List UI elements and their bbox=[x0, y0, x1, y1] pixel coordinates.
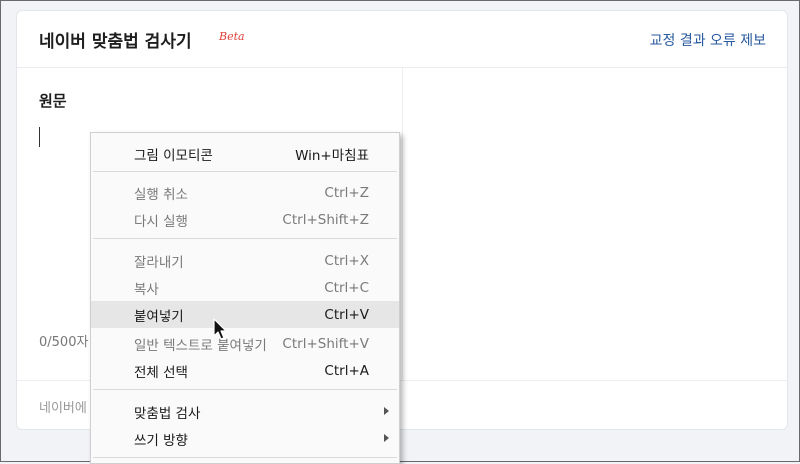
menu-item-shortcut: Ctrl+Shift+Z bbox=[282, 211, 369, 228]
menu-item-paste-plain-text[interactable]: 일반 텍스트로 붙여넣기 Ctrl+Shift+V bbox=[91, 330, 399, 357]
arrow-pointer-icon bbox=[213, 318, 227, 340]
menu-separator bbox=[93, 457, 397, 458]
chevron-right-icon bbox=[384, 434, 389, 442]
menu-item-label: 쓰기 방향 bbox=[134, 432, 188, 449]
menu-item-label: 잘라내기 bbox=[134, 254, 184, 271]
menu-separator bbox=[93, 171, 397, 172]
menu-item-shortcut: Ctrl+X bbox=[324, 252, 369, 269]
context-menu: 그림 이모티콘 Win+마침표 실행 취소 Ctrl+Z 다시 실행 Ctrl+… bbox=[90, 132, 400, 464]
menu-item-label: 일반 텍스트로 붙여넣기 bbox=[134, 337, 267, 354]
text-input-cursor[interactable] bbox=[39, 127, 40, 147]
report-error-link[interactable]: 교정 결과 오류 제보 bbox=[650, 30, 766, 50]
menu-item-shortcut: Ctrl+Shift+V bbox=[282, 335, 369, 352]
char-count: 0/500자 bbox=[39, 335, 89, 350]
card-header: 네이버 맞춤법 검사기 Beta 교정 결과 오류 제보 bbox=[17, 11, 787, 68]
menu-item-emoji[interactable]: 그림 이모티콘 Win+마침표 bbox=[91, 140, 399, 167]
menu-separator bbox=[93, 389, 397, 390]
menu-item-label: 붙여넣기 bbox=[134, 308, 184, 325]
footer-notice: 네이버에 bbox=[39, 401, 87, 416]
chevron-right-icon bbox=[384, 407, 389, 415]
menu-separator bbox=[93, 238, 397, 239]
menu-item-spellcheck[interactable]: 맞춤법 검사 bbox=[91, 398, 399, 425]
menu-item-shortcut: Ctrl+A bbox=[324, 362, 369, 379]
menu-item-label: 맞춤법 검사 bbox=[134, 405, 201, 422]
menu-item-undo[interactable]: 실행 취소 Ctrl+Z bbox=[91, 179, 399, 206]
menu-item-paste[interactable]: 붙여넣기 Ctrl+V bbox=[91, 301, 399, 328]
menu-item-shortcut: Ctrl+C bbox=[324, 279, 369, 296]
pane-divider bbox=[402, 68, 403, 380]
menu-item-label: 전체 선택 bbox=[134, 364, 188, 381]
menu-item-label: 그림 이모티콘 bbox=[134, 147, 213, 164]
menu-item-redo[interactable]: 다시 실행 Ctrl+Shift+Z bbox=[91, 206, 399, 233]
menu-item-shortcut: Ctrl+Z bbox=[324, 184, 369, 201]
menu-item-copy[interactable]: 복사 Ctrl+C bbox=[91, 274, 399, 301]
menu-item-shortcut: Ctrl+V bbox=[324, 306, 369, 323]
menu-item-label: 실행 취소 bbox=[134, 186, 188, 203]
page-title: 네이버 맞춤법 검사기 bbox=[39, 32, 192, 52]
menu-item-shortcut: Win+마침표 bbox=[295, 147, 369, 164]
menu-item-select-all[interactable]: 전체 선택 Ctrl+A bbox=[91, 357, 399, 384]
menu-item-writing-direction[interactable]: 쓰기 방향 bbox=[91, 425, 399, 452]
original-text-label: 원문 bbox=[39, 92, 67, 110]
menu-item-cut[interactable]: 잘라내기 Ctrl+X bbox=[91, 247, 399, 274]
menu-item-label: 복사 bbox=[134, 281, 159, 298]
beta-badge: Beta bbox=[219, 30, 245, 43]
menu-item-label: 다시 실행 bbox=[134, 213, 188, 230]
